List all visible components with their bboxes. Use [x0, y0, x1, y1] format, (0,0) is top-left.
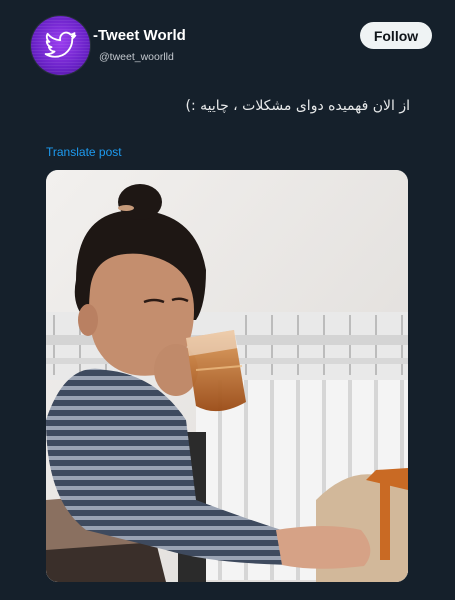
- girl-drinking-tea-image: [46, 170, 408, 582]
- post-media-image[interactable]: [46, 170, 408, 582]
- post-text: از الان فهمیده دوای مشکلات ، چاییه :): [185, 98, 410, 114]
- display-name[interactable]: -Tweet World: [93, 27, 186, 44]
- account-handle[interactable]: @tweet_woorlld: [99, 51, 174, 63]
- twitter-bird-icon: [44, 31, 77, 58]
- profile-avatar[interactable]: [31, 16, 90, 75]
- translate-post-link[interactable]: Translate post: [46, 145, 122, 159]
- follow-button[interactable]: Follow: [360, 22, 432, 49]
